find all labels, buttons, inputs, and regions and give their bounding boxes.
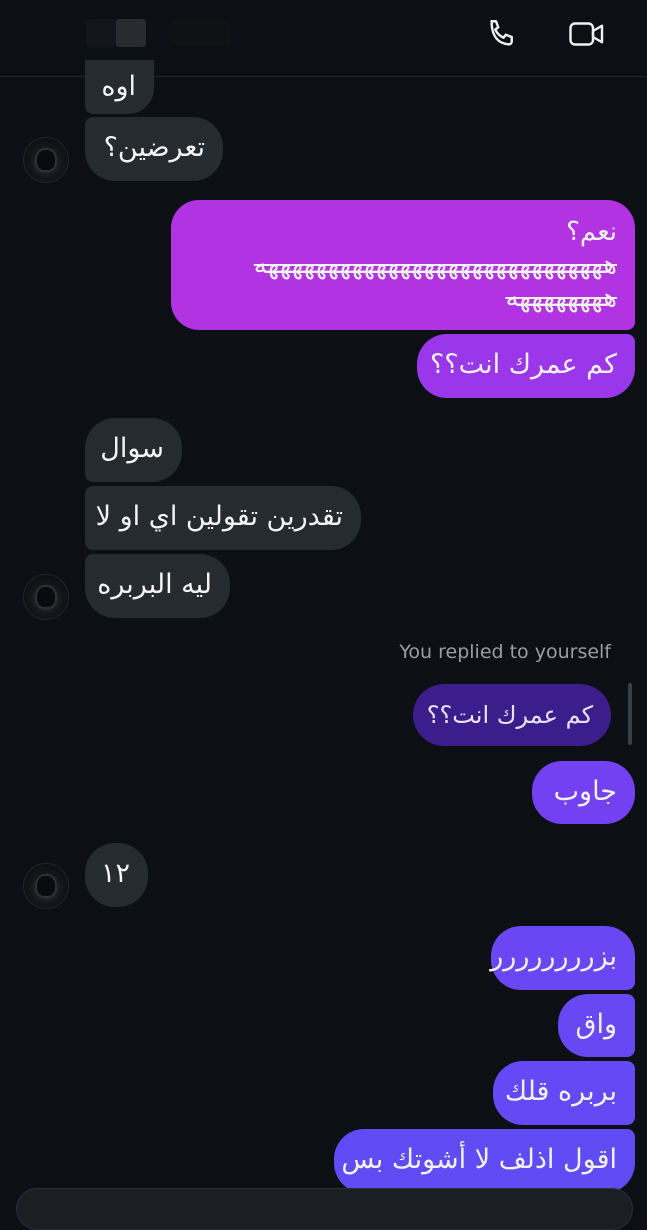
contact-status-blurred <box>172 20 230 46</box>
message-outgoing[interactable]: نعم؟ هههههههههههههههههههههههههههههه هههه… <box>171 200 635 330</box>
message-outgoing[interactable]: جاوب <box>532 761 635 824</box>
quoted-reply-message[interactable]: كم عمرك انت؟؟ <box>413 684 611 746</box>
sender-avatar[interactable] <box>23 137 69 183</box>
back-area[interactable] <box>40 18 70 48</box>
contact-avatar-blurred[interactable] <box>86 19 116 47</box>
message-incoming[interactable]: تعرضين؟ <box>85 117 223 181</box>
message-incoming[interactable]: ١٢ <box>85 843 148 907</box>
message-incoming[interactable]: تقدرين تقولين اي او لا <box>85 486 361 550</box>
message-line-strikethrough: ههههههههه <box>505 283 617 313</box>
phone-icon[interactable] <box>480 14 524 54</box>
sender-avatar[interactable] <box>23 574 69 620</box>
message-outgoing[interactable]: بزرررررررر <box>490 926 635 990</box>
message-incoming[interactable]: سوال <box>85 418 182 482</box>
message-line: نعم؟ <box>566 217 617 247</box>
message-outgoing[interactable]: بربره قلك <box>493 1061 635 1125</box>
contact-name-blurred[interactable] <box>116 19 146 47</box>
reply-indicator-bar <box>628 683 632 745</box>
message-outgoing[interactable]: اقول اذلف لا أشوتك بس <box>334 1129 635 1193</box>
message-outgoing[interactable]: كم عمرك انت؟؟ <box>417 334 635 398</box>
message-incoming[interactable]: ليه البربره <box>85 554 230 618</box>
sender-avatar[interactable] <box>23 863 69 909</box>
message-outgoing[interactable]: واق <box>558 994 635 1057</box>
message-incoming[interactable]: اوه <box>85 60 154 114</box>
message-input-bar[interactable] <box>16 1188 633 1230</box>
message-line-strikethrough: هههههههههههههههههههههههههههههه <box>253 250 617 280</box>
reply-context-label: You replied to yourself <box>399 641 611 663</box>
video-camera-icon[interactable] <box>565 14 609 54</box>
